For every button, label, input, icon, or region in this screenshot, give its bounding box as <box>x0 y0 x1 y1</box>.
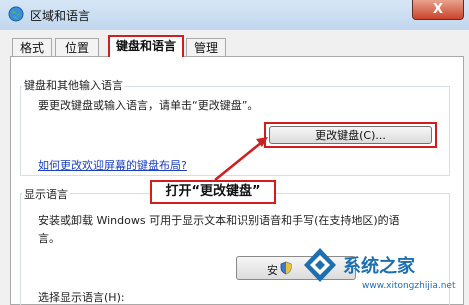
tab-keyboards-and-languages[interactable]: 键盘和语言 <box>108 35 184 57</box>
window-title: 区域和语言 <box>30 9 91 23</box>
globe-icon <box>8 6 24 22</box>
xitongzhijia-logo <box>304 248 336 282</box>
display-language-group-label: 显示语言 <box>22 186 70 202</box>
select-display-language-label: 选择显示语言(H): <box>38 291 125 304</box>
title-bar: 区域和语言 X <box>0 0 469 30</box>
change-keyboard-highlight: 更改键盘(C)... <box>264 122 437 148</box>
tab-administrative[interactable]: 管理 <box>186 38 226 56</box>
shield-icon <box>280 261 292 275</box>
change-keyboard-button[interactable]: 更改键盘(C)... <box>269 126 432 144</box>
keyboard-description: 要更改键盘或输入语言，请单击“更改键盘”。 <box>38 99 259 112</box>
watermark-brand: 系统之家 <box>343 256 415 277</box>
close-button[interactable]: X <box>412 0 464 20</box>
tab-location[interactable]: 位置 <box>55 38 99 56</box>
tab-formats[interactable]: 格式 <box>12 38 52 56</box>
welcome-screen-keyboard-link[interactable]: 如何更改欢迎屏幕的键盘布局? <box>38 157 187 173</box>
keyboard-group-label: 键盘和其他输入语言 <box>22 77 125 93</box>
watermark-url: www.xitongzhijia.net <box>362 281 456 291</box>
display-language-description-2: 言。 <box>38 232 60 245</box>
install-button-label: 安 <box>267 264 278 277</box>
display-language-description: 安装或卸载 Windows 可用于显示文本和识别语音和手写(在支持地区)的语 <box>38 214 400 227</box>
callout-open-change-keyboard: 打开“更改键盘” <box>150 180 276 204</box>
